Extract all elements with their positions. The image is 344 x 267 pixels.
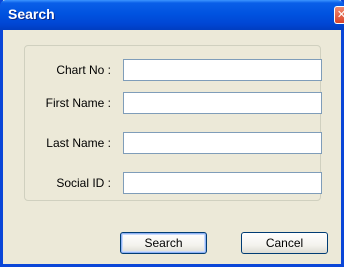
first-name-label: First Name : <box>45 96 111 110</box>
search-dialog: Search ✕ Chart No : First Name : Last Na… <box>0 0 344 267</box>
close-button[interactable]: ✕ <box>334 6 344 24</box>
title-bar[interactable]: Search ✕ <box>0 0 344 30</box>
chart-no-input[interactable] <box>123 59 322 81</box>
last-name-input[interactable] <box>123 132 322 154</box>
close-icon: ✕ <box>337 9 344 21</box>
last-name-label: Last Name : <box>46 136 111 150</box>
social-id-input[interactable] <box>123 172 322 194</box>
chart-no-label: Chart No : <box>56 63 111 77</box>
first-name-input[interactable] <box>123 92 322 114</box>
search-button[interactable]: Search <box>120 232 207 254</box>
social-id-label: Social ID : <box>56 176 111 190</box>
cancel-button[interactable]: Cancel <box>241 232 328 254</box>
window-title: Search <box>8 6 55 22</box>
